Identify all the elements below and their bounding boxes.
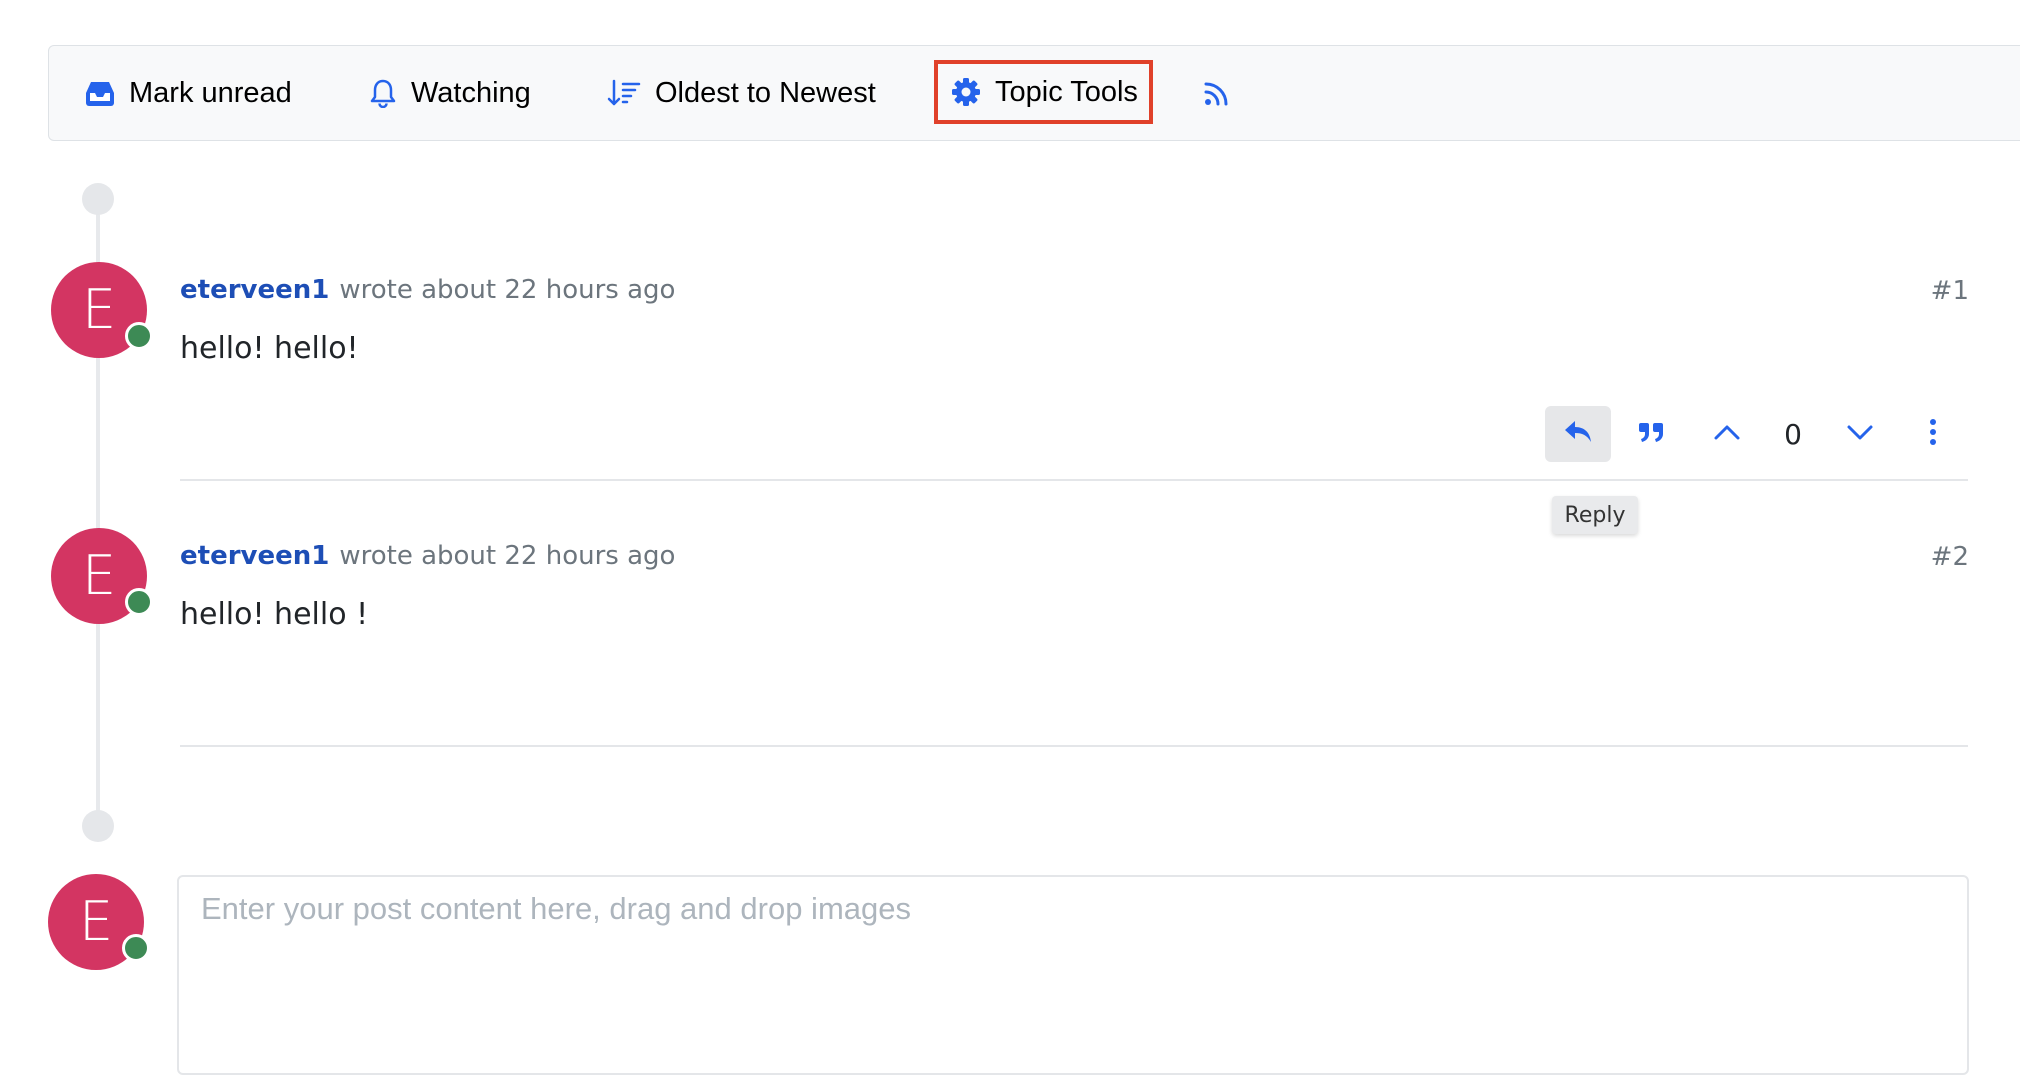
- post-header: eterveen1 wrote about 22 hours ago: [180, 270, 675, 310]
- composer-avatar[interactable]: E: [48, 874, 150, 970]
- post-divider: [180, 479, 1968, 481]
- post-composer-input[interactable]: Enter your post content here, drag and d…: [177, 875, 1969, 1075]
- sort-icon: [607, 78, 641, 108]
- timeline-dot-top: [82, 183, 114, 215]
- chevron-down-icon: [1846, 422, 1874, 446]
- post-timestamp[interactable]: wrote about 22 hours ago: [339, 275, 675, 305]
- watching-button[interactable]: Watching: [369, 46, 531, 140]
- post-divider: [180, 745, 1968, 747]
- topic-toolbar: Mark unread Watching Oldest to Newest To…: [48, 45, 2020, 141]
- upvote-button[interactable]: [1694, 406, 1760, 462]
- username-link[interactable]: eterveen1: [180, 275, 329, 305]
- mark-unread-label: Mark unread: [129, 76, 292, 109]
- avatar-letter: E: [81, 544, 117, 607]
- avatar[interactable]: E: [51, 262, 153, 358]
- sort-label: Oldest to Newest: [655, 76, 876, 109]
- post-menu-button[interactable]: [1900, 406, 1966, 462]
- timeline-dot-bottom: [82, 810, 114, 842]
- post-content: hello! hello!: [180, 331, 359, 366]
- online-status-indicator: [125, 588, 153, 616]
- reply-icon: [1562, 418, 1594, 450]
- topic-tools-button[interactable]: Topic Tools: [934, 60, 1153, 124]
- avatar-letter: E: [78, 890, 114, 953]
- post-content: hello! hello !: [180, 597, 369, 632]
- downvote-button[interactable]: [1827, 406, 1893, 462]
- inbox-icon: [85, 79, 115, 107]
- quote-button[interactable]: [1619, 406, 1685, 462]
- composer-placeholder: Enter your post content here, drag and d…: [201, 891, 911, 926]
- post-index[interactable]: #2: [1931, 542, 1969, 572]
- sort-button[interactable]: Oldest to Newest: [607, 46, 876, 140]
- mark-unread-button[interactable]: Mark unread: [85, 46, 292, 140]
- vote-count[interactable]: 0: [1773, 418, 1813, 451]
- post-timestamp[interactable]: wrote about 22 hours ago: [339, 541, 675, 571]
- reply-button[interactable]: [1545, 406, 1611, 462]
- gear-icon: [951, 77, 981, 107]
- online-status-indicator: [125, 322, 153, 350]
- more-vertical-icon: [1929, 418, 1937, 450]
- watching-label: Watching: [411, 76, 531, 109]
- username-link[interactable]: eterveen1: [180, 541, 329, 571]
- rss-feed-button[interactable]: [1203, 46, 1231, 140]
- rss-icon: [1203, 79, 1231, 107]
- bell-icon: [369, 78, 397, 108]
- online-status-indicator: [122, 934, 150, 962]
- reply-tooltip: Reply: [1552, 496, 1638, 534]
- post-header: eterveen1 wrote about 22 hours ago: [180, 536, 675, 576]
- avatar-letter: E: [81, 278, 117, 341]
- post-index[interactable]: #1: [1931, 276, 1969, 306]
- quote-icon: [1638, 420, 1666, 448]
- avatar[interactable]: E: [51, 528, 153, 624]
- topic-tools-label: Topic Tools: [995, 75, 1138, 108]
- chevron-up-icon: [1713, 422, 1741, 446]
